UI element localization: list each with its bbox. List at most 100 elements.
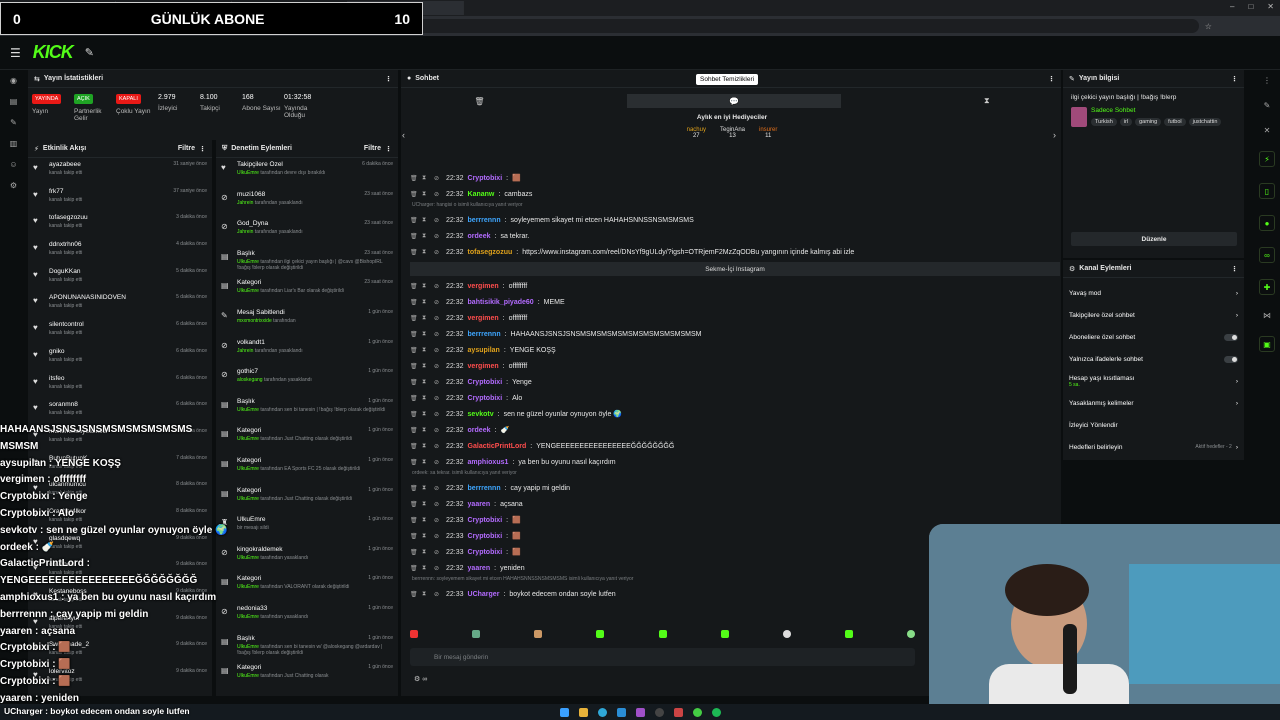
delete-icon[interactable]: 🗑 <box>410 459 418 466</box>
ban-icon[interactable]: ⊘ <box>434 565 442 572</box>
moderation-actor[interactable]: UlkuEmre <box>237 673 259 679</box>
file-icon[interactable]: ▯ <box>1259 183 1275 199</box>
moderation-more-icon[interactable]: ⋮ <box>385 145 392 153</box>
chat-message[interactable]: 🗑 ⧗ ⊘ 22:32 Cryptobixi: Yenge <box>410 374 1060 390</box>
delete-icon[interactable]: 🗑 <box>410 443 418 450</box>
menu-icon[interactable]: ☰ <box>10 46 21 60</box>
chat-message[interactable]: 🗑 ⧗ ⊘ 22:32 sevkotv: sen ne güzel oyunlar oyn… <box>410 406 1060 422</box>
delete-icon[interactable]: 🗑 <box>410 283 418 290</box>
message-user[interactable]: amphioxus1 <box>468 459 509 466</box>
toggle-switch[interactable] <box>1224 333 1238 341</box>
timeout-icon[interactable]: ⧗ <box>422 175 430 182</box>
gifter[interactable]: insurer 11 <box>759 127 777 139</box>
chat-message[interactable]: 🗑 ⧗ ⊘ 22:32 berrrennn: HAHAANSJSNSJSNSMSMSMSM… <box>410 326 1060 342</box>
moderation-actor[interactable]: aloskegang <box>237 377 263 383</box>
channel-action-item[interactable]: İzleyici Yönlendir <box>1063 414 1244 436</box>
delete-icon[interactable]: 🗑 <box>410 395 418 402</box>
delete-icon[interactable]: 🗑 <box>410 249 418 256</box>
activity-user[interactable]: gniko <box>49 348 65 355</box>
delete-icon[interactable]: 🗑 <box>410 549 418 556</box>
stream-tag[interactable]: justchattin <box>1188 118 1222 126</box>
chevron-right-icon[interactable]: › <box>1236 290 1238 297</box>
channel-action-item[interactable]: Hedefleri belirleyin Aktif hedefler - 2 › <box>1063 436 1244 458</box>
ban-icon[interactable]: ⊘ <box>434 443 442 450</box>
ban-icon[interactable]: ⊘ <box>434 299 442 306</box>
windows-start-icon[interactable] <box>559 707 569 717</box>
timeout-icon[interactable]: ⧗ <box>422 315 430 322</box>
moderation-filter-button[interactable]: Filtre <box>364 145 381 152</box>
expand-icon[interactable]: ✕ <box>1264 126 1271 135</box>
timeout-icon[interactable]: ⧗ <box>422 485 430 492</box>
chat-bubble-icon[interactable]: 💬 <box>627 94 842 108</box>
timeout-icon[interactable]: ⧗ <box>422 517 430 524</box>
timeout-icon[interactable]: ⧗ <box>422 549 430 556</box>
minimize-icon[interactable]: – <box>1230 2 1234 11</box>
ban-icon[interactable]: ⊘ <box>434 591 442 598</box>
delete-icon[interactable]: 🗑 <box>410 331 418 338</box>
timeout-icon[interactable]: ⧗ <box>422 347 430 354</box>
message-user[interactable]: aysupilan <box>468 347 500 354</box>
key-icon[interactable]: ✚ <box>1259 279 1275 295</box>
timeout-icon[interactable]: ⧗ <box>422 501 430 508</box>
pinned-message[interactable]: Sekme-İçi Instagram <box>410 262 1060 276</box>
delete-icon[interactable]: 🗑 <box>410 217 418 224</box>
chat-message[interactable]: 🗑 ⧗ ⊘ 22:32 Kananw: cambazs <box>410 186 1060 202</box>
channel-actions-more-icon[interactable]: ⋮ <box>1231 265 1238 273</box>
message-user[interactable]: ordeek <box>468 427 491 434</box>
emote-icon[interactable] <box>410 630 418 638</box>
activity-user[interactable]: ddnxtrhn06 <box>49 241 82 248</box>
chat-message[interactable]: 🗑 ⧗ ⊘ 22:32 ordeek: sa tekrar. <box>410 228 1060 244</box>
chevron-right-icon[interactable]: › <box>1236 312 1238 319</box>
timeout-icon[interactable]: ⧗ <box>422 443 430 450</box>
message-user[interactable]: vergimen <box>468 283 499 290</box>
pin-icon[interactable]: ✎ <box>10 118 17 127</box>
moderation-actor[interactable]: UlkuEmre <box>237 466 259 472</box>
delete-icon[interactable]: 🗑 <box>410 533 418 540</box>
chat-message[interactable]: 🗑 ⧗ ⊘ 22:32 berrrennn: soyleyemem sikayet mi … <box>410 212 1060 228</box>
delete-icon[interactable]: 🗑 <box>410 565 418 572</box>
delete-icon[interactable]: 🗑 <box>410 315 418 322</box>
chevron-right-icon[interactable]: › <box>1236 378 1238 385</box>
channel-action-item[interactable]: Yalnızca ifadelerle sohbet <box>1063 348 1244 370</box>
channel-action-item[interactable]: Yavaş mod › <box>1063 282 1244 304</box>
emote-icon[interactable] <box>844 630 853 638</box>
message-user[interactable]: berrrennn <box>468 217 501 224</box>
ban-icon[interactable]: ⊘ <box>434 517 442 524</box>
settings-icon[interactable]: ⚙ <box>10 181 17 190</box>
toggle-switch[interactable] <box>1224 355 1238 363</box>
chat-message[interactable]: 🗑 ⧗ ⊘ 22:32 yaaren: açsana <box>410 496 1060 512</box>
chat-input[interactable]: Bir mesaj gönderin <box>410 648 915 666</box>
link-icon[interactable]: ∞ <box>1259 247 1275 263</box>
message-user[interactable]: Cryptobixi <box>468 517 503 524</box>
timeout-icon[interactable]: ⧗ <box>422 249 430 256</box>
chrome-icon[interactable] <box>692 707 702 717</box>
message-user[interactable]: bahtisikik_piyade60 <box>468 299 534 306</box>
stream-icon[interactable]: ◉ <box>10 76 17 85</box>
message-user[interactable]: Cryptobixi <box>468 549 503 556</box>
moderation-actor[interactable]: UlkuEmre <box>237 407 259 413</box>
chat-message[interactable]: 🗑 ⧗ ⊘ 22:32 bahtisikik_piyade60: MEME <box>410 294 1060 310</box>
moderation-actor[interactable]: UlkuEmre <box>237 496 259 502</box>
ban-icon[interactable]: ⊘ <box>434 395 442 402</box>
ban-icon[interactable]: ⊘ <box>434 549 442 556</box>
activity-user[interactable]: soranmn8 <box>49 401 78 408</box>
ban-icon[interactable]: ⊘ <box>434 315 442 322</box>
delete-icon[interactable]: 🗑 <box>410 347 418 354</box>
timeout-icon[interactable]: ⧗ <box>422 191 430 198</box>
app-icon[interactable] <box>635 707 645 717</box>
edit-icon[interactable]: ✎ <box>1264 101 1271 110</box>
timeout-icon[interactable]: ⧗ <box>422 411 430 418</box>
tools-icon[interactable]: ✎ <box>85 46 94 59</box>
stream-info-more-icon[interactable]: ⋮ <box>1231 75 1238 83</box>
chat-message[interactable]: 🗑 ⧗ ⊘ 22:32 vergimen: offffffff <box>410 310 1060 326</box>
app-icon[interactable] <box>673 707 683 717</box>
moderation-actor[interactable]: Jahrein <box>237 348 253 354</box>
edit-button[interactable]: Düzenle <box>1071 232 1237 246</box>
trash-icon[interactable]: 🗑 <box>474 97 484 106</box>
kick-logo[interactable]: KICK <box>33 42 74 63</box>
delete-icon[interactable]: 🗑 <box>410 501 418 508</box>
chevron-right-icon[interactable]: › <box>1236 400 1238 407</box>
stream-tag[interactable]: Turkish <box>1091 118 1117 126</box>
ban-icon[interactable]: ⊘ <box>434 485 442 492</box>
stream-tag[interactable]: gaming <box>1135 118 1162 126</box>
